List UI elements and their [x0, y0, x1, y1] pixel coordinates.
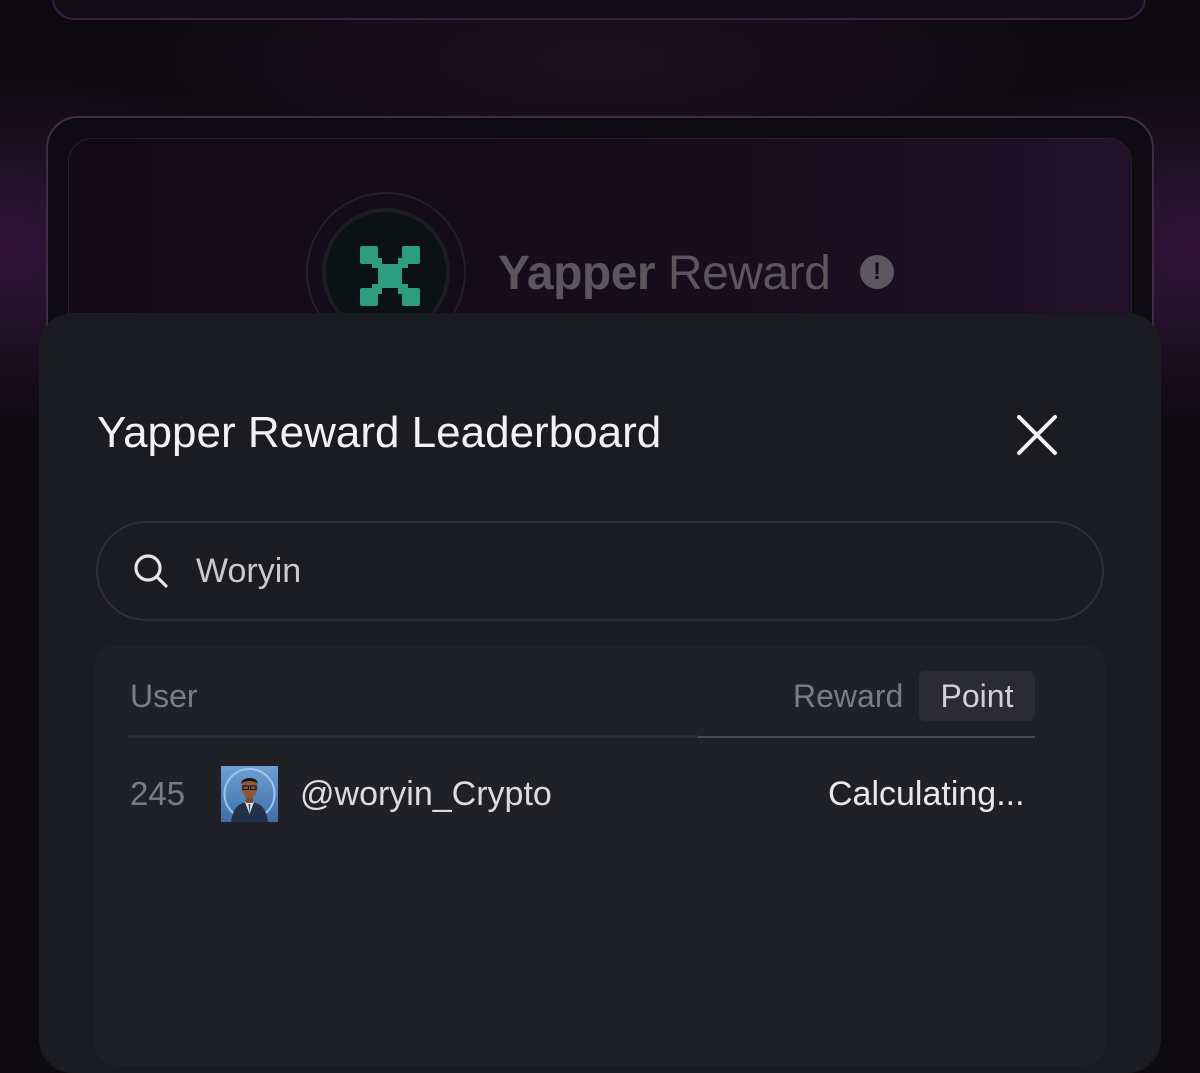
close-button[interactable]	[1010, 408, 1064, 462]
column-header-user: User	[130, 678, 198, 714]
close-icon	[1017, 415, 1057, 455]
modal-title: Yapper Reward Leaderboard	[97, 408, 662, 457]
info-icon[interactable]: !	[860, 255, 894, 289]
reward-heading-rest: Reward	[667, 247, 831, 300]
yapper-reward-heading: Yapper Reward	[498, 246, 831, 301]
user-avatar-image	[223, 768, 276, 822]
tab-point[interactable]: Point	[919, 671, 1035, 721]
search-input[interactable]	[196, 545, 1056, 597]
active-tab-underline	[698, 736, 1035, 738]
user-handle[interactable]: @woryin_Crypto	[300, 775, 552, 814]
x-logo-icon	[360, 246, 420, 306]
row-rank: 245	[130, 775, 186, 812]
avatar[interactable]	[221, 766, 278, 822]
reward-value: Calculating...	[828, 775, 1025, 813]
header-divider	[128, 735, 698, 738]
reward-heading-bold: Yapper	[498, 247, 656, 300]
search-icon	[134, 554, 168, 588]
previous-card	[52, 0, 1146, 20]
tab-reward[interactable]: Reward	[793, 678, 903, 715]
